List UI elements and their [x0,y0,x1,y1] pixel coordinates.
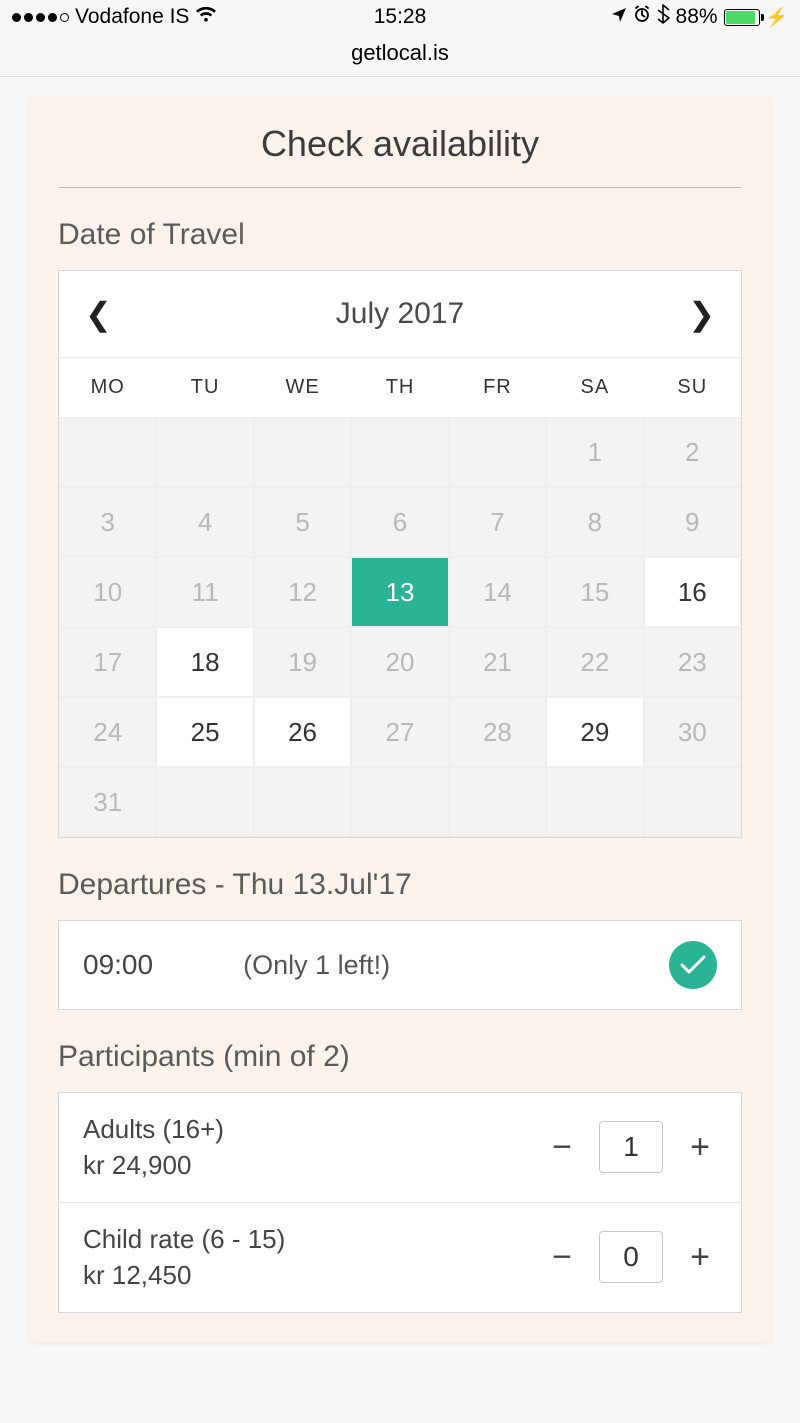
calendar-cell: 10 [59,557,156,627]
decrement-button[interactable]: − [545,1238,579,1277]
availability-card: Check availability Date of Travel ❮ July… [28,95,772,1343]
departure-option[interactable]: 09:00 (Only 1 left!) [58,920,742,1010]
participants-label: Participants (min of 2) [58,1040,742,1074]
calendar-cell[interactable]: 13 [351,557,448,627]
calendar-dow: SU [644,357,741,417]
participant-controls: − 1 + [545,1121,717,1173]
calendar-cell: 8 [546,487,643,557]
calendar-cell: 7 [449,487,546,557]
calendar-cell-blank [449,417,546,487]
calendar-cell-blank [156,767,253,837]
calendar-cell: 24 [59,697,156,767]
calendar-cell: 21 [449,627,546,697]
calendar-dow: MO [59,357,156,417]
calendar: ❮ July 2017 ❯ MOTUWETHFRSASU 12345678910… [58,270,742,838]
calendar-cell-blank [644,767,741,837]
calendar-header: ❮ July 2017 ❯ [59,271,741,357]
calendar-cell[interactable]: 18 [156,627,253,697]
calendar-cell[interactable]: 25 [156,697,253,767]
participant-count[interactable]: 1 [599,1121,663,1173]
calendar-body: 1234567891011121314151617181920212223242… [59,417,741,837]
status-right: 88% ⚡ [611,4,788,30]
departures-label: Departures - Thu 13.Jul'17 [58,868,742,902]
status-left: Vodafone IS [12,5,217,29]
calendar-cell: 1 [546,417,643,487]
calendar-cell[interactable]: 29 [546,697,643,767]
calendar-dow: FR [449,357,546,417]
status-bar: Vodafone IS 15:28 88% ⚡ [0,0,800,34]
calendar-cell: 6 [351,487,448,557]
calendar-dow: SA [546,357,643,417]
calendar-cell: 22 [546,627,643,697]
wifi-icon [195,5,217,29]
calendar-cell: 2 [644,417,741,487]
calendar-dow-row: MOTUWETHFRSASU [59,357,741,417]
calendar-cell: 3 [59,487,156,557]
participant-label: Child rate (6 - 15) [83,1221,285,1257]
calendar-cell-blank [156,417,253,487]
participant-price: kr 24,900 [83,1147,224,1183]
alarm-icon [633,5,651,29]
calendar-cell[interactable]: 26 [254,697,351,767]
calendar-dow: WE [254,357,351,417]
calendar-cell: 20 [351,627,448,697]
date-of-travel-label: Date of Travel [58,218,742,252]
participant-info: Child rate (6 - 15) kr 12,450 [83,1221,285,1294]
prev-month-button[interactable]: ❮ [85,295,112,333]
increment-button[interactable]: + [683,1238,717,1277]
card-title: Check availability [58,123,742,188]
calendar-cell: 5 [254,487,351,557]
calendar-cell-blank [449,767,546,837]
departure-note: (Only 1 left!) [243,950,390,981]
participant-controls: − 0 + [545,1231,717,1283]
participant-count[interactable]: 0 [599,1231,663,1283]
location-icon [611,5,627,29]
calendar-cell: 9 [644,487,741,557]
bluetooth-icon [657,4,670,30]
calendar-cell-blank [351,767,448,837]
calendar-cell-blank [254,767,351,837]
charging-icon: ⚡ [766,7,788,28]
signal-dots [12,13,69,22]
calendar-cell: 28 [449,697,546,767]
calendar-cell: 17 [59,627,156,697]
calendar-cell-blank [254,417,351,487]
participant-info: Adults (16+) kr 24,900 [83,1111,224,1184]
calendar-cell: 31 [59,767,156,837]
participant-row: Child rate (6 - 15) kr 12,450 − 0 + [59,1203,741,1312]
participants-box: Adults (16+) kr 24,900 − 1 + Child rate … [58,1092,742,1313]
calendar-dow: TU [156,357,253,417]
calendar-cell-blank [59,417,156,487]
calendar-dow: TH [351,357,448,417]
calendar-cell: 11 [156,557,253,627]
calendar-cell: 19 [254,627,351,697]
calendar-cell-blank [351,417,448,487]
calendar-cell: 27 [351,697,448,767]
calendar-cell-blank [546,767,643,837]
departure-time: 09:00 [83,949,153,981]
next-month-button[interactable]: ❯ [688,295,715,333]
carrier-label: Vodafone IS [75,5,189,29]
selected-check-icon [669,941,717,989]
battery-pct: 88% [676,5,718,29]
calendar-cell: 4 [156,487,253,557]
clock: 15:28 [374,5,427,29]
participant-price: kr 12,450 [83,1257,285,1293]
decrement-button[interactable]: − [545,1128,579,1167]
calendar-month-label: July 2017 [336,297,464,331]
url-bar[interactable]: getlocal.is [0,34,800,77]
calendar-cell: 14 [449,557,546,627]
calendar-cell[interactable]: 16 [644,557,741,627]
calendar-cell: 15 [546,557,643,627]
participant-label: Adults (16+) [83,1111,224,1147]
calendar-cell: 12 [254,557,351,627]
battery-icon [724,9,760,26]
participant-row: Adults (16+) kr 24,900 − 1 + [59,1093,741,1203]
calendar-cell: 30 [644,697,741,767]
increment-button[interactable]: + [683,1128,717,1167]
calendar-cell: 23 [644,627,741,697]
